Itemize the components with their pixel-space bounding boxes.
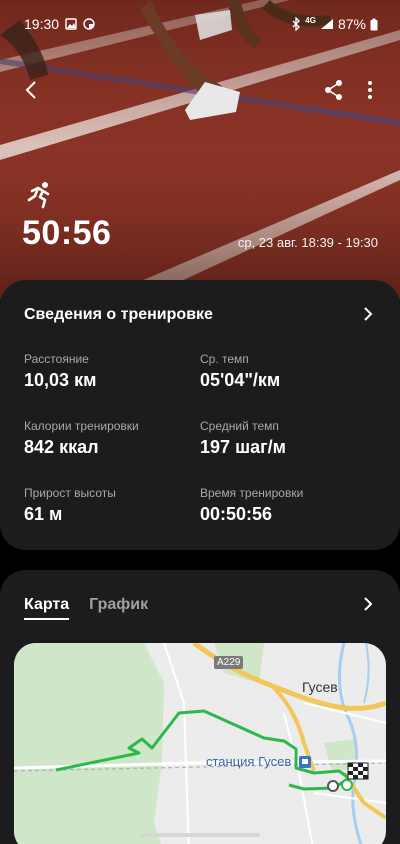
stat-value: 05'04"/км — [200, 370, 281, 390]
stat-label: Средний темп — [200, 419, 279, 433]
chevron-right-icon[interactable] — [358, 304, 378, 324]
stat-distance: Расстояние 10,03 км — [24, 352, 194, 391]
signal-icon — [320, 19, 333, 29]
road-badge: A229 — [214, 656, 244, 669]
home-indicator[interactable] — [140, 833, 260, 837]
map-card: Карта График A229 Гусев станция Гусев — [0, 570, 400, 844]
network-type: 4G — [305, 15, 316, 25]
chevron-right-icon[interactable] — [358, 594, 378, 614]
stat-label: Прирост высоты — [24, 486, 116, 500]
stat-workout-time: Время тренировки 00:50:56 — [200, 486, 370, 525]
map-canvas — [14, 643, 386, 844]
running-icon — [27, 182, 50, 209]
stat-value: 197 шаг/м — [200, 437, 286, 457]
gallery-icon — [65, 18, 77, 30]
top-app-bar — [0, 70, 400, 110]
workout-duration: 50:56 — [22, 214, 112, 252]
map-tabs: Карта График — [24, 596, 148, 620]
stat-value: 842 ккал — [24, 437, 99, 457]
route-map[interactable]: A229 Гусев станция Гусев — [14, 643, 386, 844]
more-options-icon[interactable] — [356, 76, 384, 104]
workout-date-range: ср, 23 авг. 18:39 - 19:30 — [237, 235, 378, 250]
back-arrow-icon[interactable] — [18, 76, 46, 104]
battery-icon — [370, 18, 378, 30]
bluetooth-icon — [292, 17, 301, 31]
stat-label: Расстояние — [24, 352, 89, 366]
tab-map[interactable]: Карта — [24, 596, 70, 620]
stat-value: 61 м — [24, 504, 63, 524]
workout-details-card[interactable]: Сведения о тренировке Расстояние 10,03 к… — [0, 280, 400, 550]
status-bar: 19:30 4G 87% — [0, 0, 400, 48]
stat-calories: Калории тренировки 842 ккал — [24, 419, 194, 458]
battery-percent: 87% — [337, 16, 366, 32]
station-label: станция Гусев — [206, 754, 292, 769]
stat-value: 00:50:56 — [200, 504, 273, 524]
finish-flag-icon — [347, 762, 369, 780]
tab-chart[interactable]: График — [89, 596, 148, 620]
stat-label: Ср. темп — [200, 352, 249, 366]
stat-elevation-gain: Прирост высоты 61 м — [24, 486, 194, 525]
share-icon[interactable] — [320, 76, 348, 104]
hero-image: 19:30 4G 87% 50:56 ср, 23 авг. 18:39 - 1… — [0, 0, 400, 300]
stat-avg-pace: Ср. темп 05'04"/км — [200, 352, 370, 391]
stat-label: Калории тренировки — [24, 419, 139, 433]
start-marker — [327, 780, 339, 792]
notification-icon — [83, 18, 95, 30]
status-time: 19:30 — [24, 16, 60, 32]
stat-value: 10,03 км — [24, 370, 97, 390]
stat-avg-cadence: Средний темп 197 шаг/м — [200, 419, 370, 458]
city-label: Гусев — [302, 679, 338, 695]
stat-label: Время тренировки — [200, 486, 304, 500]
details-title: Сведения о тренировке — [24, 306, 213, 323]
